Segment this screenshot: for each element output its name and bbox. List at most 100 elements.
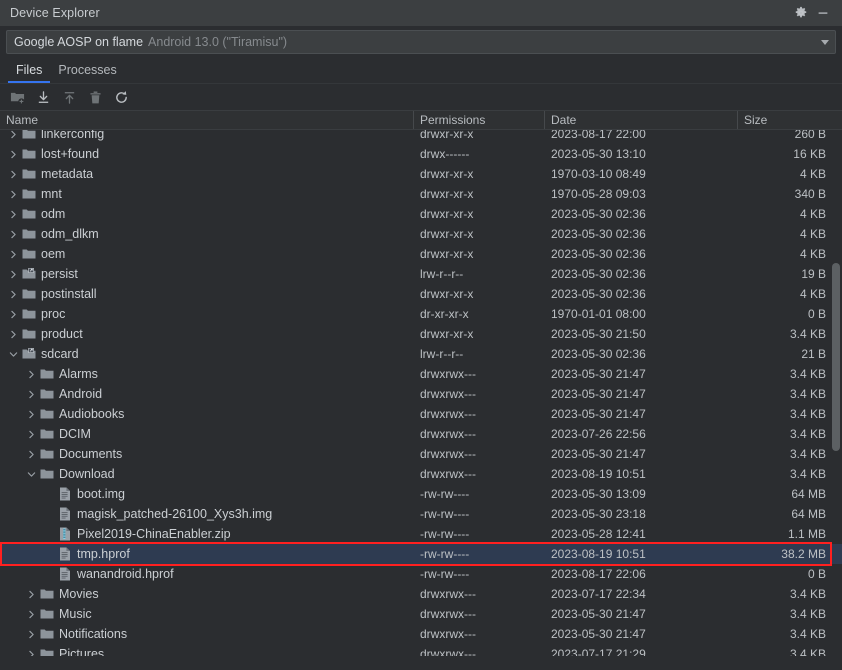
file-name-label: Notifications [59,627,128,641]
permissions-cell: drwxrwx--- [420,447,476,461]
chevron-right-icon[interactable] [24,607,38,621]
chevron-right-icon[interactable] [6,130,20,141]
table-row[interactable]: Movies drwxrwx--- 2023-07-17 22:34 3.4 KB [0,584,842,604]
chevron-right-icon[interactable] [6,207,20,221]
folder-icon [20,286,38,302]
folder-icon [20,326,38,342]
folder-icon [20,166,38,182]
table-row[interactable]: boot.img -rw-rw---- 2023-05-30 13:09 64 MB [0,484,842,504]
file-name-cell: metadata [0,166,414,182]
table-row[interactable]: Pictures drwxrwx--- 2023-07-17 21:29 3.4 KB [0,644,842,656]
tab-processes[interactable]: Processes [50,63,124,83]
table-row[interactable]: Notifications drwxrwx--- 2023-05-30 21:47 3… [0,624,842,644]
table-row[interactable]: proc dr-xr-xr-x 1970-01-01 08:00 0 B [0,304,842,324]
chevron-right-icon[interactable] [24,407,38,421]
chevron-right-icon[interactable] [24,587,38,601]
file-toolbar [0,84,842,110]
table-row[interactable]: mnt drwxr-xr-x 1970-05-28 09:03 340 B [0,184,842,204]
table-row[interactable]: product drwxr-xr-x 2023-05-30 21:50 3.4 KB [0,324,842,344]
tab-files[interactable]: Files [8,63,51,83]
folder-icon [38,606,56,622]
table-row[interactable]: postinstall drwxr-xr-x 2023-05-30 02:36 4 K… [0,284,842,304]
table-row[interactable]: oem drwxr-xr-x 2023-05-30 02:36 4 KB [0,244,842,264]
column-header-size[interactable]: Size [738,111,842,129]
file-name-label: Audiobooks [59,407,125,421]
permissions-cell: drwxrwx--- [420,627,476,641]
chevron-right-icon[interactable] [6,327,20,341]
gear-icon[interactable] [790,2,812,24]
size-cell: 4 KB [799,167,826,181]
chevron-right-icon[interactable] [24,367,38,381]
table-row[interactable]: odm_dlkm drwxr-xr-x 2023-05-30 02:36 4 KB [0,224,842,244]
table-row[interactable]: Pixel2019-ChinaEnabler.zip -rw-rw---- 2023… [0,524,842,544]
date-cell: 2023-05-30 21:47 [551,447,646,461]
folder-icon [20,206,38,222]
permissions-cell: drwxr-xr-x [420,227,474,241]
tab-bar: Files Processes [0,57,842,83]
folder-icon [38,626,56,642]
chevron-down-icon[interactable] [6,347,20,361]
chevron-right-icon[interactable] [6,227,20,241]
table-row[interactable]: metadata drwxr-xr-x 1970-03-10 08:49 4 KB [0,164,842,184]
file-name-cell: sdcard [0,346,414,362]
chevron-right-icon[interactable] [24,647,38,656]
folder-icon [38,646,56,656]
chevron-right-icon[interactable] [6,247,20,261]
chevron-right-icon[interactable] [24,387,38,401]
table-row[interactable]: DCIM drwxrwx--- 2023-07-26 22:56 3.4 KB [0,424,842,444]
chevron-right-icon[interactable] [6,147,20,161]
file-name-label: odm_dlkm [41,227,99,241]
table-row[interactable]: persist lrw-r--r-- 2023-05-30 02:36 19 B [0,264,842,284]
column-header-permissions[interactable]: Permissions [414,111,545,129]
file-name-cell: product [0,326,414,342]
table-row[interactable]: magisk_patched-26100_Xys3h.img -rw-rw----… [0,504,842,524]
size-cell: 16 KB [793,147,826,161]
file-name-label: oem [41,247,66,261]
table-row[interactable]: sdcard lrw-r--r-- 2023-05-30 02:36 21 B [0,344,842,364]
table-row[interactable]: Alarms drwxrwx--- 2023-05-30 21:47 3.4 KB [0,364,842,384]
table-row[interactable]: Music drwxrwx--- 2023-05-30 21:47 3.4 KB [0,604,842,624]
table-row[interactable]: Download drwxrwx--- 2023-08-19 10:51 3.4 KB [0,464,842,484]
chevron-right-icon[interactable] [6,187,20,201]
folder-icon [38,586,56,602]
chevron-right-icon[interactable] [6,287,20,301]
chevron-down-icon[interactable] [24,467,38,481]
file-name-cell: Movies [0,586,414,602]
file-name-cell: oem [0,246,414,262]
file-icon [56,546,74,562]
file-name-cell: odm_dlkm [0,226,414,242]
table-row[interactable]: lost+found drwx------ 2023-05-30 13:10 16 K… [0,144,842,164]
chevron-right-icon[interactable] [6,167,20,181]
column-header-name[interactable]: Name [0,111,414,129]
table-row[interactable]: linkerconfig drwxr-xr-x 2023-08-17 22:00 26… [0,130,842,144]
vertical-scrollbar[interactable] [832,263,840,451]
device-explorer-window: Device Explorer Google AOSP on flame And… [0,0,842,670]
table-row[interactable]: wanandroid.hprof -rw-rw---- 2023-08-17 22:… [0,564,842,584]
date-cell: 2023-05-30 02:36 [551,207,646,221]
table-row[interactable]: tmp.hprof -rw-rw---- 2023-08-19 10:51 38.2 … [0,542,842,566]
device-dropdown[interactable]: Google AOSP on flame Android 13.0 ("Tira… [6,30,836,54]
download-icon[interactable] [31,86,55,108]
minimize-icon[interactable] [812,2,834,24]
refresh-icon[interactable] [109,86,133,108]
file-name-label: DCIM [59,427,91,441]
column-header-date[interactable]: Date [545,111,738,129]
table-row[interactable]: Android drwxrwx--- 2023-05-30 21:47 3.4 KB [0,384,842,404]
permissions-cell: drwxrwx--- [420,367,476,381]
table-row[interactable]: Audiobooks drwxrwx--- 2023-05-30 21:47 3.4 … [0,404,842,424]
file-name-cell: postinstall [0,286,414,302]
table-row[interactable]: Documents drwxrwx--- 2023-05-30 21:47 3.4 K… [0,444,842,464]
chevron-right-icon[interactable] [24,627,38,641]
date-cell: 2023-05-30 21:47 [551,627,646,641]
chevron-down-icon [821,39,829,45]
chevron-right-icon[interactable] [24,427,38,441]
file-name-label: Download [59,467,115,481]
table-row[interactable]: odm drwxr-xr-x 2023-05-30 02:36 4 KB [0,204,842,224]
file-tree[interactable]: linkerconfig drwxr-xr-x 2023-08-17 22:00 26… [0,130,842,656]
date-cell: 2023-08-19 10:51 [551,467,646,481]
chevron-right-icon[interactable] [6,267,20,281]
permissions-cell: drwxrwx--- [420,587,476,601]
device-version: Android 13.0 ("Tiramisu") [148,35,288,49]
chevron-right-icon[interactable] [6,307,20,321]
chevron-right-icon[interactable] [24,447,38,461]
